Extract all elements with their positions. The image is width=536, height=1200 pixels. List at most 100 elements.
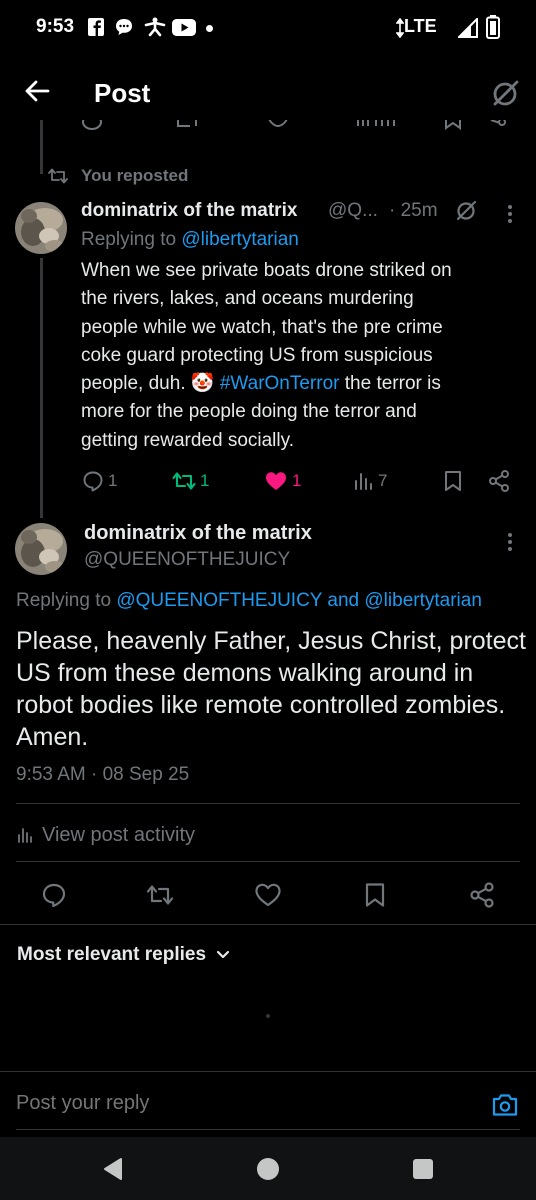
- thread-line: [40, 120, 43, 136]
- post-text-line: the rivers, lakes, and oceans murdering: [81, 288, 414, 310]
- reply-input[interactable]: [16, 1088, 466, 1118]
- bookmark-icon: [445, 120, 461, 130]
- like-count: 1: [292, 471, 302, 490]
- author-handle[interactable]: @Q...: [328, 200, 378, 222]
- view-post-activity-link[interactable]: View post activity: [16, 820, 195, 850]
- signal-icon: [458, 18, 478, 38]
- home-circle-icon[interactable]: [256, 1157, 280, 1181]
- post-timestamp: 9:53 AM · 08 Sep 25: [16, 764, 190, 785]
- grok-icon[interactable]: [455, 200, 477, 222]
- parent-post[interactable]: You reposted dominatrix of the matrix @Q…: [0, 160, 536, 500]
- reply-button[interactable]: 1: [82, 470, 117, 492]
- back-triangle-icon[interactable]: [102, 1157, 124, 1181]
- more-options-icon[interactable]: [506, 532, 514, 552]
- facebook-icon: [88, 18, 104, 36]
- divider: [16, 803, 520, 804]
- post-text-line: Please, heavenly Father, Jesus Christ, p…: [16, 627, 526, 655]
- views-icon: [357, 120, 395, 126]
- replying-to: Replying to @libertytarian: [81, 229, 299, 251]
- replying-to: Replying to @QUEENOFTHEJUICY and @libert…: [16, 590, 482, 612]
- replying-prefix: Replying to: [81, 229, 177, 250]
- repost-button[interactable]: 1: [172, 470, 209, 492]
- replies-sort-dropdown[interactable]: Most relevant replies: [17, 944, 230, 966]
- post-text-line: US from these demons walking around in: [16, 659, 474, 687]
- system-navigation-bar: [0, 1137, 536, 1200]
- post-time: · 25m: [389, 200, 438, 221]
- post-text-line: Amen.: [16, 723, 89, 751]
- reply-icon: [83, 471, 103, 492]
- heart-icon: [268, 120, 288, 128]
- mention-link[interactable]: @QUEENOFTHEJUICY and @libertytarian: [116, 590, 482, 611]
- repost-count: 1: [200, 471, 210, 490]
- post-text-line: people, duh. 🤡 #WarOnTerror the terror i…: [81, 370, 521, 398]
- repost-label: You reposted: [81, 166, 189, 185]
- post-text-line: people while we watch, that's the pre cr…: [81, 316, 443, 338]
- avatar-image: [15, 202, 67, 254]
- status-time: 9:53: [36, 16, 75, 37]
- youtube-icon: [172, 19, 196, 36]
- more-options-icon[interactable]: [506, 204, 514, 224]
- divider: [16, 861, 520, 862]
- post-text-line: When we see private boats drone striked …: [81, 260, 452, 281]
- main-post: dominatrix of the matrix @QUEENOFTHEJUIC…: [0, 518, 536, 798]
- top-app-bar: Post: [0, 56, 536, 130]
- heart-icon[interactable]: [254, 882, 282, 908]
- post-text-segment: the terror is: [339, 373, 441, 395]
- status-bar: 9:53 LTE: [0, 0, 536, 56]
- input-underline: [16, 1129, 520, 1130]
- chat-icon: [116, 19, 132, 35]
- repost-icon: [177, 120, 197, 127]
- network-type: LTE: [404, 16, 437, 36]
- share-icon: [490, 120, 506, 126]
- like-button[interactable]: 1: [264, 470, 301, 492]
- repost-icon: [172, 472, 196, 490]
- divider: [0, 924, 536, 925]
- dot-icon: [206, 25, 213, 32]
- bookmark-icon[interactable]: [443, 470, 463, 492]
- reply-composer: [0, 1072, 536, 1137]
- repost-icon: [48, 168, 68, 184]
- hashtag-link[interactable]: #WarOnTerror: [220, 373, 340, 394]
- replies-sort-label: Most relevant replies: [17, 944, 207, 965]
- post-text-segment: people, duh.: [81, 373, 191, 395]
- data-arrows-icon: [396, 18, 404, 38]
- avatar[interactable]: [15, 202, 67, 254]
- loading-indicator: [266, 1014, 270, 1018]
- author-name[interactable]: dominatrix of the matrix: [84, 522, 312, 545]
- reply-icon: [82, 120, 102, 130]
- repost-icon[interactable]: [146, 882, 174, 908]
- battery-icon: [486, 15, 500, 39]
- chevron-down-icon: [216, 950, 230, 959]
- post-text: Please, heavenly Father, Jesus Christ, p…: [16, 625, 528, 753]
- reply-icon[interactable]: [41, 882, 67, 908]
- share-icon[interactable]: [468, 881, 496, 909]
- avatar[interactable]: [15, 523, 67, 575]
- post-text-line: getting rewarded socially.: [81, 429, 294, 451]
- mention-link[interactable]: @libertytarian: [181, 229, 299, 250]
- recents-square-icon[interactable]: [412, 1158, 434, 1180]
- heart-filled-icon: [266, 472, 286, 490]
- views-count: 7: [378, 471, 388, 490]
- views-button[interactable]: 7: [352, 470, 387, 492]
- author-name[interactable]: dominatrix of the matrix: [81, 200, 297, 222]
- accessibility-icon: [144, 17, 166, 37]
- post-text-line: more for the people doing the terror and: [81, 401, 417, 423]
- back-arrow-icon[interactable]: [24, 78, 50, 104]
- share-icon[interactable]: [487, 469, 511, 493]
- clown-emoji: 🤡: [190, 373, 215, 395]
- bookmark-icon[interactable]: [364, 882, 386, 908]
- page-title: Post: [94, 78, 151, 108]
- post-text-line: coke guard protecting US from suspicious: [81, 344, 433, 366]
- post-text-line: robot bodies like remote controlled zomb…: [16, 691, 506, 719]
- view-post-activity-label: View post activity: [42, 823, 196, 846]
- views-icon: [18, 828, 32, 843]
- avatar-image: [15, 523, 67, 575]
- replying-prefix: Replying to: [16, 590, 112, 611]
- camera-icon[interactable]: [492, 1093, 518, 1117]
- previous-post-actions-clipped: [0, 120, 536, 136]
- main-action-bar: [0, 870, 536, 920]
- views-icon: [355, 473, 372, 490]
- post-text: When we see private boats drone striked …: [81, 257, 521, 455]
- author-handle[interactable]: @QUEENOFTHEJUICY: [84, 549, 290, 571]
- grok-icon[interactable]: [490, 79, 520, 109]
